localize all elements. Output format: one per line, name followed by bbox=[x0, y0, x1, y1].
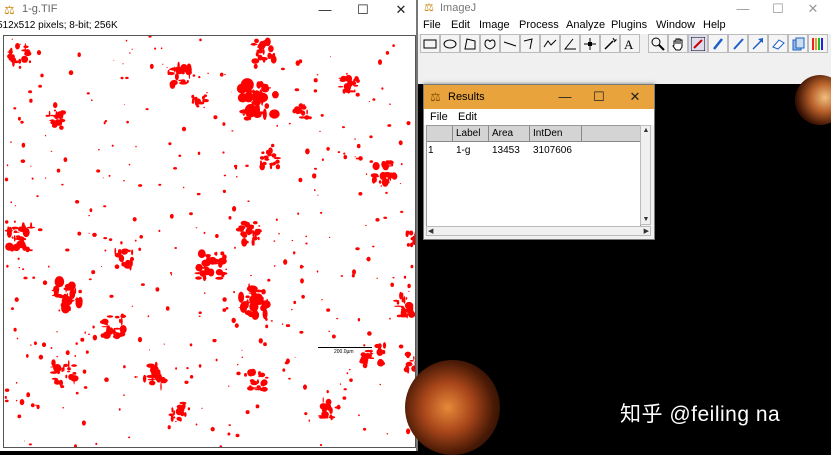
stack-icon[interactable] bbox=[788, 34, 808, 53]
scale-bar bbox=[318, 347, 372, 348]
column-header-empty bbox=[582, 126, 640, 142]
menu-analyze[interactable]: Analyze bbox=[566, 19, 605, 31]
angle-icon[interactable] bbox=[520, 34, 540, 53]
scroll-up-icon[interactable]: ▲ bbox=[642, 127, 650, 134]
menu-plugins[interactable]: Plugins bbox=[611, 19, 647, 31]
arrow-icon[interactable] bbox=[748, 34, 768, 53]
vertical-scrollbar[interactable]: ▲ ▼ bbox=[640, 125, 651, 225]
close-button[interactable]: ✕ bbox=[798, 0, 828, 17]
image-window-title: 1-g.TIF bbox=[22, 3, 57, 15]
results-table[interactable]: Label Area IntDen 1 1-g 13453 3107606 bbox=[426, 125, 641, 227]
imagej-microscope-icon: ⚖ bbox=[424, 1, 434, 14]
image-window: ⚖ 1-g.TIF — ☐ ✕ 512x512 pixels; 8-bit; 2… bbox=[0, 0, 418, 451]
results-window: ⚖ Results — ☐ ✕ File Edit Label Area Int… bbox=[423, 84, 655, 240]
point-icon[interactable] bbox=[580, 34, 600, 53]
close-button[interactable]: ✕ bbox=[620, 85, 650, 109]
image-window-titlebar[interactable]: ⚖ 1-g.TIF — ☐ ✕ bbox=[0, 0, 418, 20]
horizontal-scrollbar[interactable]: ◀ ▶ bbox=[426, 226, 651, 236]
text-icon[interactable]: A bbox=[620, 34, 640, 53]
imagej-microscope-icon: ⚖ bbox=[4, 3, 16, 17]
oval-icon[interactable] bbox=[440, 34, 460, 53]
image-info: 512x512 pixels; 8-bit; 256K bbox=[0, 20, 118, 31]
angle-tool-icon[interactable] bbox=[560, 34, 580, 53]
minimize-button[interactable]: — bbox=[310, 0, 340, 20]
maximize-button[interactable]: ☐ bbox=[584, 85, 614, 109]
color-picker-icon[interactable] bbox=[688, 34, 708, 53]
cell-area: 13453 bbox=[492, 145, 520, 156]
background-glow-bottom bbox=[405, 360, 500, 455]
scale-bar-label: 200.0µm bbox=[334, 349, 354, 355]
menu-process[interactable]: Process bbox=[519, 19, 559, 31]
menu-file[interactable]: File bbox=[423, 19, 441, 31]
background-glow-top bbox=[795, 75, 831, 125]
imagej-menubar: File Edit Image Process Analyze Plugins … bbox=[418, 17, 831, 34]
scroll-left-icon[interactable]: ◀ bbox=[428, 227, 433, 235]
menu-edit[interactable]: Edit bbox=[458, 111, 477, 123]
eraser-icon[interactable] bbox=[768, 34, 788, 53]
scroll-down-icon[interactable]: ▼ bbox=[642, 216, 650, 223]
polygon-icon[interactable] bbox=[460, 34, 480, 53]
particle-mask-image bbox=[4, 36, 415, 447]
minimize-button[interactable]: — bbox=[728, 0, 758, 17]
image-canvas[interactable]: 200.0µm bbox=[3, 35, 416, 448]
rectangle-icon[interactable] bbox=[420, 34, 440, 53]
column-header-index[interactable] bbox=[427, 126, 453, 142]
cell-index: 1 bbox=[428, 145, 434, 156]
imagej-titlebar[interactable]: ⚖ ImageJ — ☐ ✕ bbox=[418, 0, 831, 17]
imagej-toolbar: A bbox=[420, 34, 829, 54]
column-header-intden[interactable]: IntDen bbox=[530, 126, 582, 142]
magnifier-icon[interactable] bbox=[648, 34, 668, 53]
column-header-area[interactable]: Area bbox=[489, 126, 530, 142]
imagej-title: ImageJ bbox=[440, 2, 476, 14]
menu-file[interactable]: File bbox=[430, 111, 448, 123]
menu-edit[interactable]: Edit bbox=[451, 19, 470, 31]
svg-text:A: A bbox=[624, 37, 634, 51]
maximize-button[interactable]: ☐ bbox=[348, 0, 378, 20]
menu-help[interactable]: Help bbox=[703, 19, 726, 31]
cell-label: 1-g bbox=[456, 145, 470, 156]
straight-line-icon[interactable] bbox=[500, 34, 520, 53]
cell-intden: 3107606 bbox=[533, 145, 572, 156]
watermark: 知乎 @feiling na bbox=[620, 398, 780, 428]
imagej-microscope-icon: ⚖ bbox=[430, 90, 441, 104]
imagej-main-window: ⚖ ImageJ — ☐ ✕ File Edit Image Process A… bbox=[418, 0, 831, 84]
wand-icon[interactable] bbox=[600, 34, 620, 53]
results-menubar: File Edit bbox=[424, 109, 654, 125]
hand-icon[interactable] bbox=[668, 34, 688, 53]
maximize-button[interactable]: ☐ bbox=[763, 0, 793, 17]
brush-icon[interactable] bbox=[708, 34, 728, 53]
menu-window[interactable]: Window bbox=[656, 19, 695, 31]
freehand-icon[interactable] bbox=[480, 34, 500, 53]
scroll-right-icon[interactable]: ▶ bbox=[644, 227, 649, 235]
pencil-icon[interactable] bbox=[728, 34, 748, 53]
results-title: Results bbox=[448, 91, 485, 103]
menu-image[interactable]: Image bbox=[479, 19, 510, 31]
column-header-label[interactable]: Label bbox=[453, 126, 489, 142]
results-titlebar[interactable]: ⚖ Results — ☐ ✕ bbox=[424, 85, 654, 109]
minimize-button[interactable]: — bbox=[550, 85, 580, 109]
close-button[interactable]: ✕ bbox=[386, 0, 416, 20]
lut-icon[interactable] bbox=[808, 34, 828, 53]
segmented-line-icon[interactable] bbox=[540, 34, 560, 53]
